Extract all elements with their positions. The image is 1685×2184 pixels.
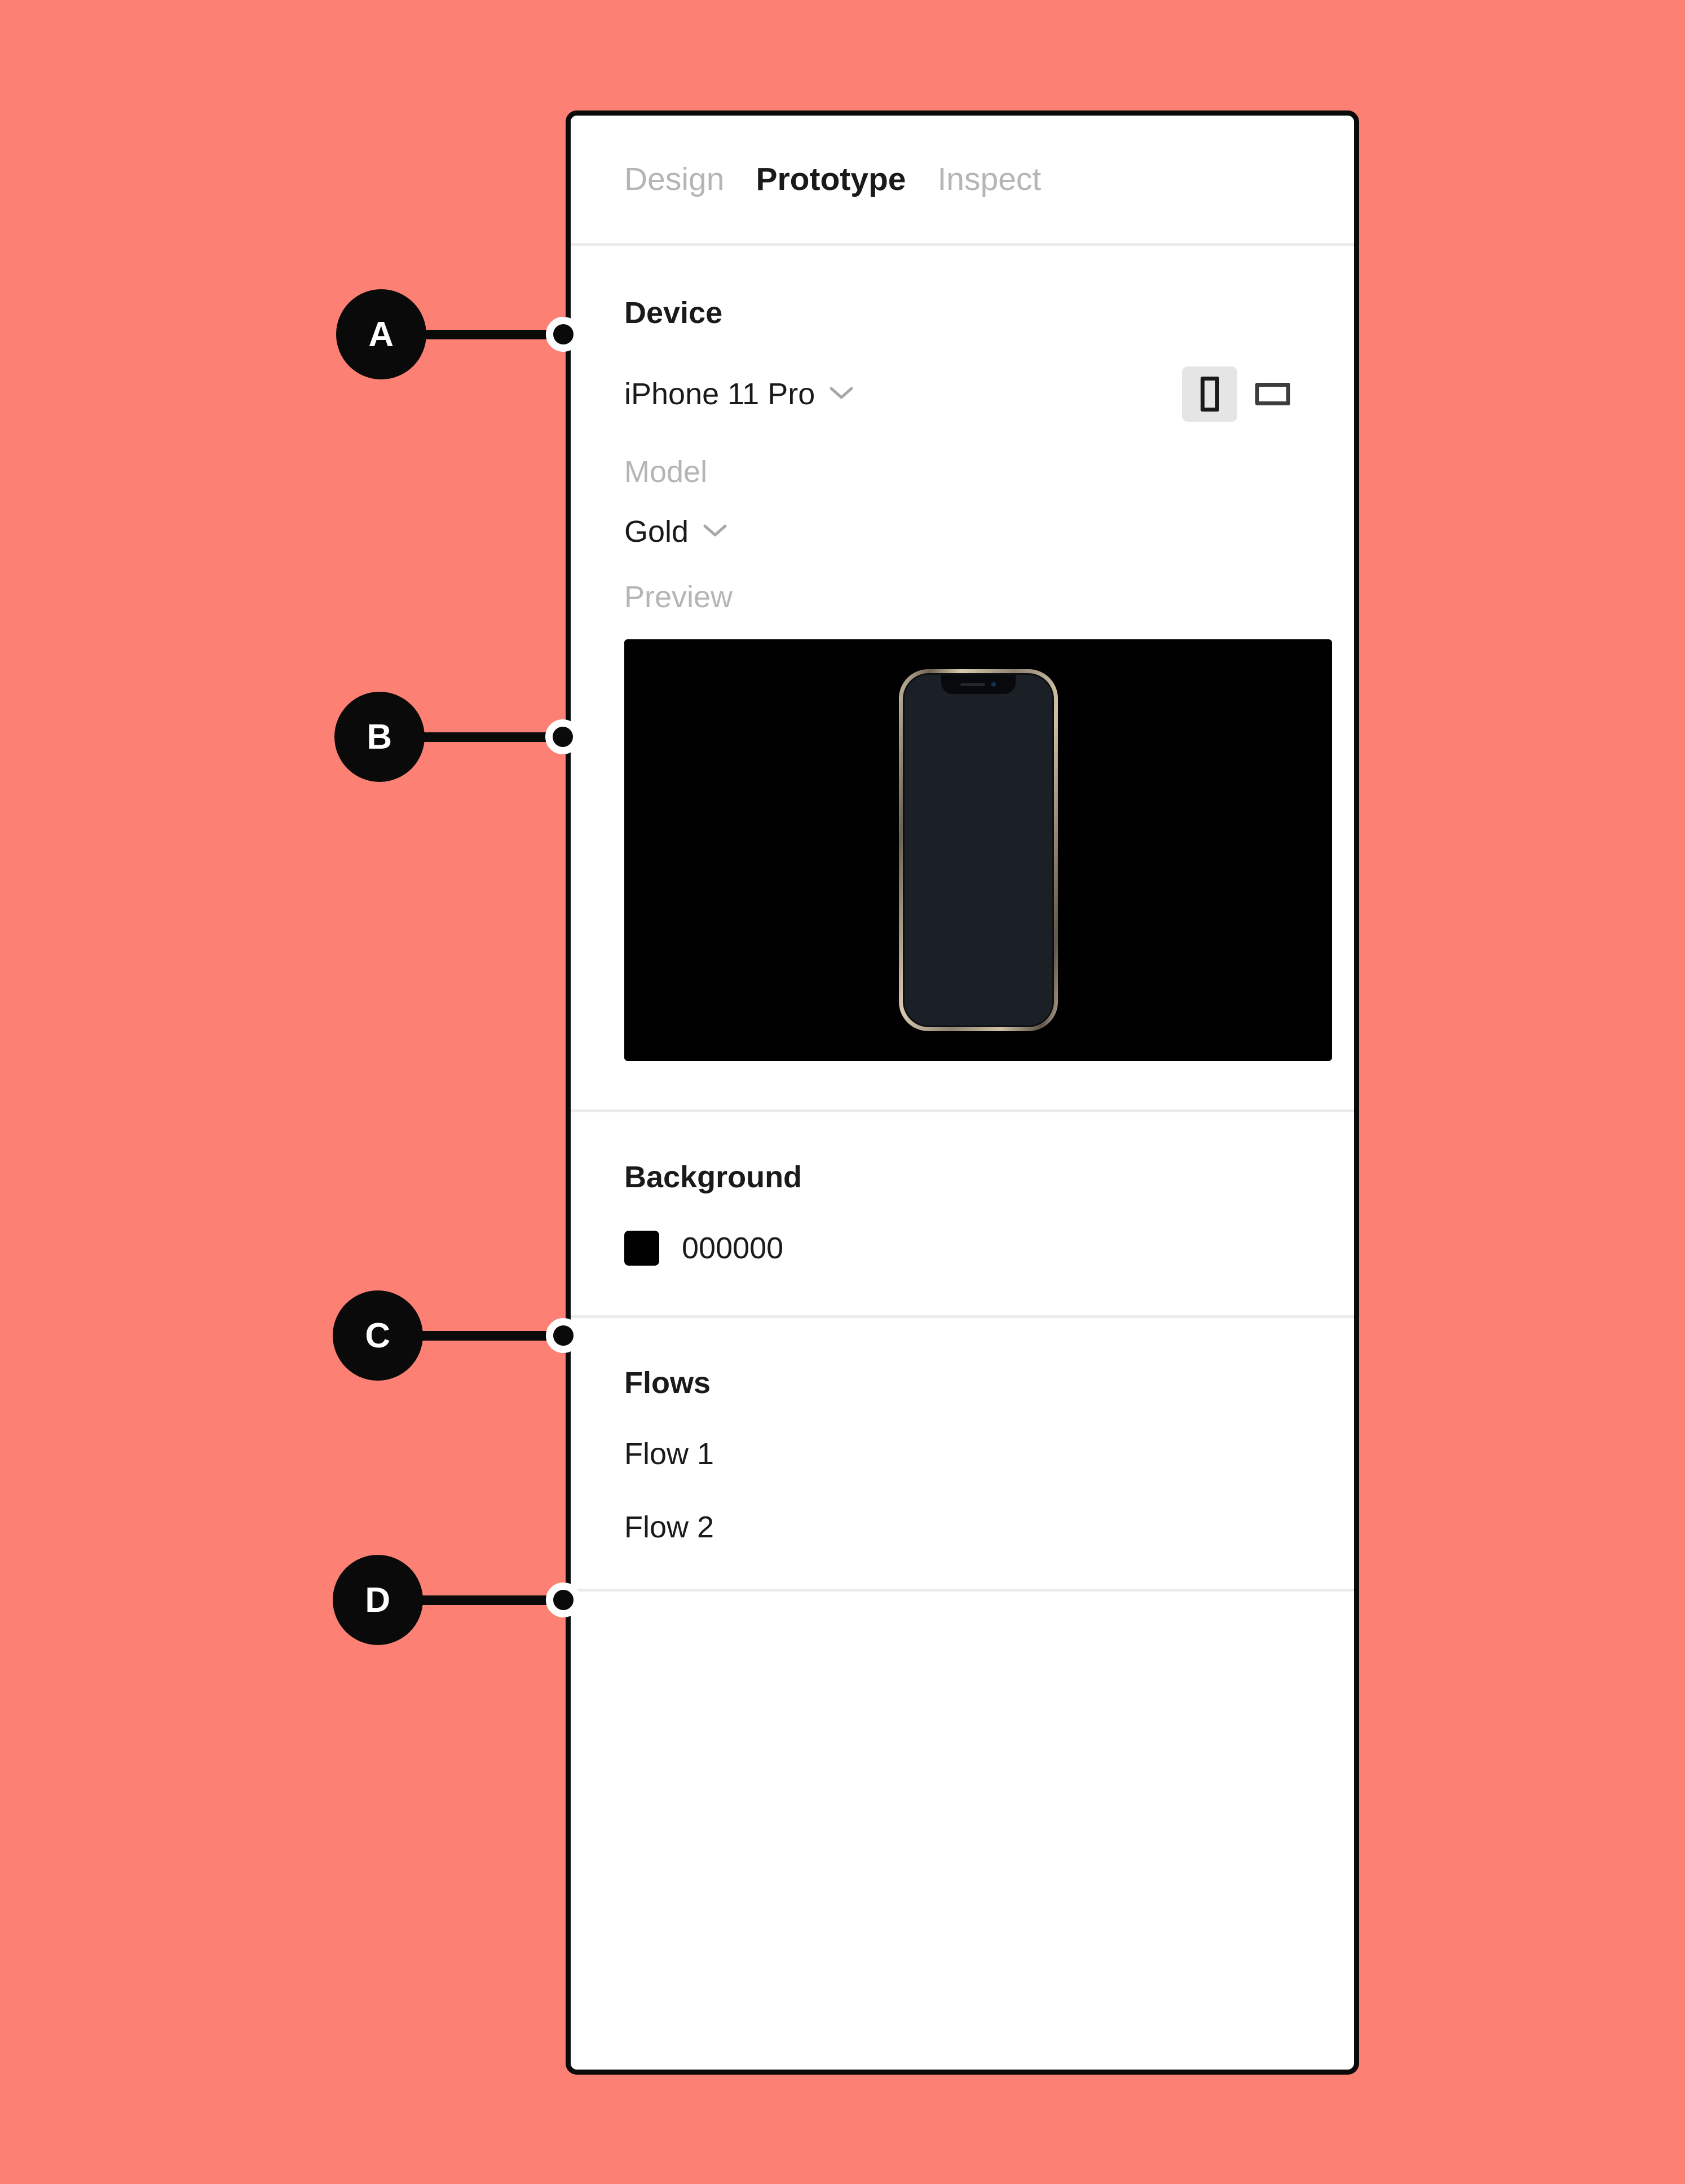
callout-d: D (333, 1555, 581, 1645)
model-dropdown[interactable]: Gold (624, 516, 1300, 547)
chevron-down-icon (703, 524, 727, 540)
callout-a-badge: A (336, 289, 426, 379)
tab-prototype[interactable]: Prototype (756, 161, 906, 198)
phone-screen (902, 673, 1054, 1027)
model-label: Model (624, 455, 708, 489)
background-section: Background 000000 (571, 1112, 1354, 1318)
orientation-landscape-button[interactable] (1245, 366, 1300, 422)
callout-c-badge: C (333, 1290, 423, 1381)
landscape-orientation-icon (1255, 383, 1290, 405)
callout-c-endpoint (546, 1318, 581, 1353)
callout-d-endpoint (546, 1582, 581, 1617)
background-section-title: Background (624, 1160, 802, 1194)
chevron-down-icon (830, 386, 853, 403)
phone-camera-icon (991, 682, 996, 687)
callout-d-badge: D (333, 1555, 423, 1645)
callout-b-endpoint (545, 719, 580, 754)
background-color-swatch[interactable] (624, 1231, 659, 1266)
device-selector-row: iPhone 11 Pro (624, 366, 1300, 422)
callout-a-line (424, 329, 549, 339)
device-preview[interactable] (624, 639, 1332, 1061)
callout-b-line (422, 732, 549, 742)
orientation-toggle-group (1182, 366, 1300, 422)
phone-notch-icon (941, 675, 1016, 694)
device-dropdown-value: iPhone 11 Pro (624, 377, 815, 411)
device-dropdown[interactable]: iPhone 11 Pro (624, 379, 853, 409)
flow-item-2[interactable]: Flow 2 (624, 1512, 1300, 1542)
preview-label: Preview (624, 580, 733, 614)
model-dropdown-value: Gold (624, 515, 689, 549)
callout-a-endpoint (546, 317, 581, 352)
callout-c-line (421, 1330, 549, 1341)
phone-speaker-icon (960, 683, 985, 686)
callout-b: B (334, 692, 580, 782)
device-section: Device iPhone 11 Pro Model Gold Preview (571, 246, 1354, 1112)
callout-a: A (336, 289, 581, 379)
panel-tab-bar: Design Prototype Inspect (571, 116, 1354, 246)
background-hex-value[interactable]: 000000 (682, 1233, 783, 1263)
callout-b-badge: B (334, 692, 425, 782)
device-section-title: Device (624, 296, 723, 330)
tab-design[interactable]: Design (624, 161, 724, 198)
prototype-properties-panel: Design Prototype Inspect Device iPhone 1… (566, 110, 1359, 2075)
flow-item-1[interactable]: Flow 1 (624, 1439, 1300, 1469)
callout-d-line (421, 1595, 549, 1605)
tab-inspect[interactable]: Inspect (937, 161, 1041, 198)
callout-c: C (333, 1290, 581, 1381)
flows-section-title: Flows (624, 1366, 711, 1400)
phone-mockup (898, 669, 1058, 1031)
portrait-orientation-icon (1200, 377, 1219, 412)
panel-empty-area (571, 1591, 1354, 1789)
background-color-row[interactable]: 000000 (624, 1231, 1300, 1266)
flows-section: Flows Flow 1 Flow 2 (571, 1318, 1354, 1591)
orientation-portrait-button[interactable] (1182, 366, 1237, 422)
